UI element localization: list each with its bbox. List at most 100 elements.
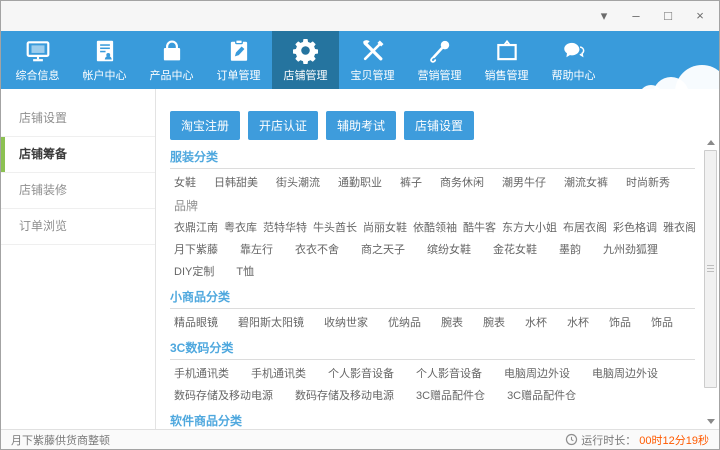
nav-item-4[interactable]: 订单管理	[205, 31, 272, 89]
category-link[interactable]: 时尚新秀	[626, 177, 670, 189]
category-link[interactable]: 酷牛客	[463, 222, 496, 234]
category-link[interactable]: 商务休闲	[440, 177, 484, 189]
category-link[interactable]: 布居衣阁	[563, 222, 607, 234]
category-link[interactable]: 数码存储及移动电源	[174, 390, 273, 402]
category-link[interactable]: 腕表	[441, 317, 463, 329]
category-link[interactable]: 数码存储及移动电源	[295, 390, 394, 402]
category-link[interactable]: 电脑周边外设	[592, 368, 658, 380]
nav-item-3[interactable]: 产品中心	[138, 31, 205, 89]
category-section: 服装分类女鞋日韩甜美街头潮流通勤职业裤子商务休闲潮男牛仔潮流女裤时尚新秀品牌衣鼎…	[170, 150, 695, 280]
category-link[interactable]: 腕表	[483, 317, 505, 329]
category-link[interactable]: 潮流女裤	[564, 177, 608, 189]
category-row: 手机通讯类 手机通讯类 个人影音设备 个人影音设备 电脑周边外设 电脑周边外设	[174, 367, 695, 382]
minimize-icon[interactable]: –	[629, 9, 643, 23]
toolbar: 淘宝注册开店认证辅助考试店铺设置	[170, 111, 719, 140]
category-link[interactable]: 个人影音设备	[328, 368, 394, 380]
category-link[interactable]: 墨韵	[559, 244, 581, 256]
runtime-label: 运行时长：	[581, 432, 636, 448]
nav-item-5[interactable]: 店铺管理	[272, 31, 339, 89]
sidebar-item-2[interactable]: 店铺筹备	[1, 137, 155, 173]
status-text: 月下紫藤供货商整顿	[11, 432, 110, 448]
category-section: 小商品分类精品眼镜碧阳斯太阳镜收纳世家优纳品腕表腕表水杯水杯饰品饰品	[170, 290, 695, 331]
category-link[interactable]: 碧阳斯太阳镜	[238, 317, 304, 329]
section-divider	[170, 168, 695, 169]
nav-item-2[interactable]: 帐户中心	[71, 31, 138, 89]
sidebar-item-3[interactable]: 店铺装修	[1, 173, 155, 209]
category-link[interactable]: 个人影音设备	[416, 368, 482, 380]
section-title: 3C数码分类	[170, 341, 695, 356]
category-link[interactable]: T恤	[236, 266, 254, 278]
status-bar: 月下紫藤供货商整顿 运行时长： 00时12分19秒	[1, 429, 719, 449]
vertical-scrollbar[interactable]	[704, 136, 717, 427]
nav-bar: 综合信息帐户中心产品中心订单管理店铺管理宝贝管理营销管理销售管理帮助中心	[1, 31, 719, 89]
menu-dropdown-icon[interactable]: ▾	[597, 9, 611, 23]
category-link[interactable]: 水杯	[567, 317, 589, 329]
category-link[interactable]: 街头潮流	[276, 177, 320, 189]
toolbar-button-1[interactable]: 淘宝注册	[170, 111, 240, 140]
category-link[interactable]: 收纳世家	[324, 317, 368, 329]
scroll-up-icon[interactable]	[704, 136, 717, 148]
sidebar-item-label: 店铺装修	[19, 183, 67, 197]
nav-item-8[interactable]: 销售管理	[473, 31, 540, 89]
title-bar: ▾ – □ ×	[1, 1, 719, 31]
category-link[interactable]: 东方大小姐	[502, 222, 557, 234]
category-link[interactable]: 彩色格调	[613, 222, 657, 234]
category-sections: 服装分类女鞋日韩甜美街头潮流通勤职业裤子商务休闲潮男牛仔潮流女裤时尚新秀品牌衣鼎…	[170, 150, 695, 429]
category-link[interactable]: 缤纷女鞋	[427, 244, 471, 256]
category-link[interactable]: 衣衣不舍	[295, 244, 339, 256]
category-link[interactable]: 女鞋	[174, 177, 196, 189]
category-link[interactable]: 通勤职业	[338, 177, 382, 189]
toolbar-button-4[interactable]: 店铺设置	[404, 111, 474, 140]
sidebar-item-label: 订单浏览	[19, 219, 67, 233]
category-link[interactable]: 3C赠品配件仓	[507, 390, 576, 402]
nav-item-7[interactable]: 营销管理	[406, 31, 473, 89]
microphone-icon	[427, 37, 453, 64]
toolbar-button-2[interactable]: 开店认证	[248, 111, 318, 140]
scrollbar-thumb[interactable]	[704, 150, 717, 388]
category-link[interactable]: 精品眼镜	[174, 317, 218, 329]
nav-item-label: 宝贝管理	[351, 67, 395, 83]
category-link[interactable]: 九州劲狐狸	[603, 244, 658, 256]
category-link[interactable]: 衣鼎江南	[174, 222, 218, 234]
section-divider	[170, 359, 695, 360]
category-link[interactable]: 手机通讯类	[251, 368, 306, 380]
scroll-down-icon[interactable]	[704, 415, 717, 427]
nav-item-1[interactable]: 综合信息	[4, 31, 71, 89]
category-link[interactable]: 尚丽女鞋	[363, 222, 407, 234]
main-content: 淘宝注册开店认证辅助考试店铺设置 服装分类女鞋日韩甜美街头潮流通勤职业裤子商务休…	[156, 89, 719, 429]
close-icon[interactable]: ×	[693, 9, 707, 23]
category-link[interactable]: 手机通讯类	[174, 368, 229, 380]
category-link[interactable]: 范特华特	[263, 222, 307, 234]
category-link[interactable]: DIY定制	[174, 266, 214, 278]
category-link[interactable]: 金花女鞋	[493, 244, 537, 256]
category-link[interactable]: 月下紫藤	[174, 244, 218, 256]
runtime-value: 00时12分19秒	[639, 432, 709, 448]
category-link[interactable]: 商之天子	[361, 244, 405, 256]
category-row: 衣鼎江南粤衣库范特华特牛头酋长尚丽女鞋依酷领袖酷牛客东方大小姐布居衣阁彩色格调雅…	[174, 221, 695, 236]
sidebar-item-4[interactable]: 订单浏览	[1, 209, 155, 245]
category-link[interactable]: 粤衣库	[224, 222, 257, 234]
nav-item-9[interactable]: 帮助中心	[540, 31, 607, 89]
category-link[interactable]: 裤子	[400, 177, 422, 189]
category-link[interactable]: 靠左行	[240, 244, 273, 256]
clock-icon	[565, 433, 578, 446]
maximize-icon[interactable]: □	[661, 9, 675, 23]
category-link[interactable]: 水杯	[525, 317, 547, 329]
category-link[interactable]: 雅衣阁	[663, 222, 696, 234]
nav-item-label: 帐户中心	[83, 67, 127, 83]
category-link[interactable]: 依酷领袖	[413, 222, 457, 234]
app-window: ▾ – □ × 综合信息帐户中心产品中心订单管理店铺管理宝贝管理营销管理销售管理…	[0, 0, 720, 450]
category-link[interactable]: 电脑周边外设	[504, 368, 570, 380]
category-link[interactable]: 饰品	[651, 317, 673, 329]
sidebar-item-1[interactable]: 店铺设置	[1, 101, 155, 137]
nav-item-6[interactable]: 宝贝管理	[339, 31, 406, 89]
category-link[interactable]: 3C赠品配件仓	[416, 390, 485, 402]
category-link[interactable]: 优纳品	[388, 317, 421, 329]
category-link[interactable]: 日韩甜美	[214, 177, 258, 189]
category-link[interactable]: 牛头酋长	[313, 222, 357, 234]
category-link[interactable]: 饰品	[609, 317, 631, 329]
window-body: 店铺设置店铺筹备店铺装修订单浏览 淘宝注册开店认证辅助考试店铺设置 服装分类女鞋…	[1, 89, 719, 429]
category-link[interactable]: 潮男牛仔	[502, 177, 546, 189]
toolbar-button-3[interactable]: 辅助考试	[326, 111, 396, 140]
account-document-icon	[92, 37, 118, 64]
